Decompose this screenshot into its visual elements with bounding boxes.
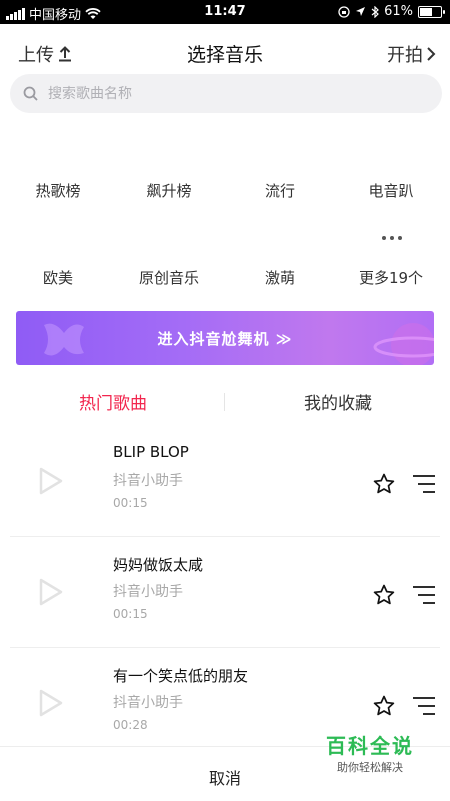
watermark-title: 百科全说 [326,734,414,758]
page-title: 选择音乐 [186,44,263,66]
tab-divider [224,393,225,411]
category-rising-chart[interactable]: 飙升榜 [119,180,219,201]
location-icon [356,7,366,16]
start-label: 开拍 [387,45,423,66]
song-title: 妈妈做饭太咸 [113,556,204,574]
play-icon[interactable] [38,466,64,496]
watermark: 百科全说 助你轻松解决 [326,730,414,775]
battery-icon [418,5,445,18]
banner-label: 进入抖音尬舞机 ≫ [157,330,293,348]
category-electronic[interactable]: 电音趴 [341,180,441,201]
dance-machine-banner[interactable]: 进入抖音尬舞机 ≫ [16,311,434,365]
tab-my-favorites[interactable]: 我的收藏 [258,389,418,414]
category-pop[interactable]: 流行 [230,180,330,201]
song-row[interactable]: BLIP BLOP 抖音小助手 00:15 [0,426,450,537]
battery-fill [420,7,433,16]
bluetooth-icon [371,5,379,18]
play-icon[interactable] [38,577,64,607]
song-artist: 抖音小助手 [113,473,183,489]
status-bar: 中国移动 11:47 61% [0,0,450,24]
category-cute[interactable]: 激萌 [230,267,330,288]
category-original[interactable]: 原创音乐 [119,267,219,288]
song-artist: 抖音小助手 [113,584,183,600]
search-bar[interactable] [10,74,442,113]
start-button[interactable]: 开拍 [387,41,436,67]
battery-percent: 61% [384,4,413,19]
search-icon [23,86,38,101]
song-duration: 00:15 [113,496,148,510]
status-right: 61% [338,4,445,19]
category-more[interactable]: 更多19个 [341,267,441,288]
song-title: BLIP BLOP [113,443,189,461]
tab-hot-songs[interactable]: 热门歌曲 [33,389,193,414]
song-duration: 00:28 [113,718,148,732]
category-western[interactable]: 欧美 [8,267,108,288]
star-icon[interactable] [372,583,396,607]
song-row[interactable]: 妈妈做饭太咸 抖音小助手 00:15 [0,537,450,648]
music-tabs: 热门歌曲 我的收藏 [0,383,450,423]
lock-rotation-icon [338,5,350,18]
song-title: 有一个笑点低的朋友 [113,667,249,685]
star-icon[interactable] [372,472,396,496]
play-icon[interactable] [38,688,64,718]
song-artist: 抖音小助手 [113,695,183,711]
search-input[interactable] [46,84,430,103]
category-hot-chart[interactable]: 热歌榜 [8,180,108,201]
chevron-right-icon [427,47,436,61]
more-options-icon[interactable] [412,474,436,494]
more-options-icon[interactable] [412,585,436,605]
star-icon[interactable] [372,694,396,718]
song-duration: 00:15 [113,607,148,621]
more-options-icon[interactable] [412,696,436,716]
more-dots-icon [382,236,402,240]
watermark-subtitle: 助你轻松解决 [337,761,403,774]
